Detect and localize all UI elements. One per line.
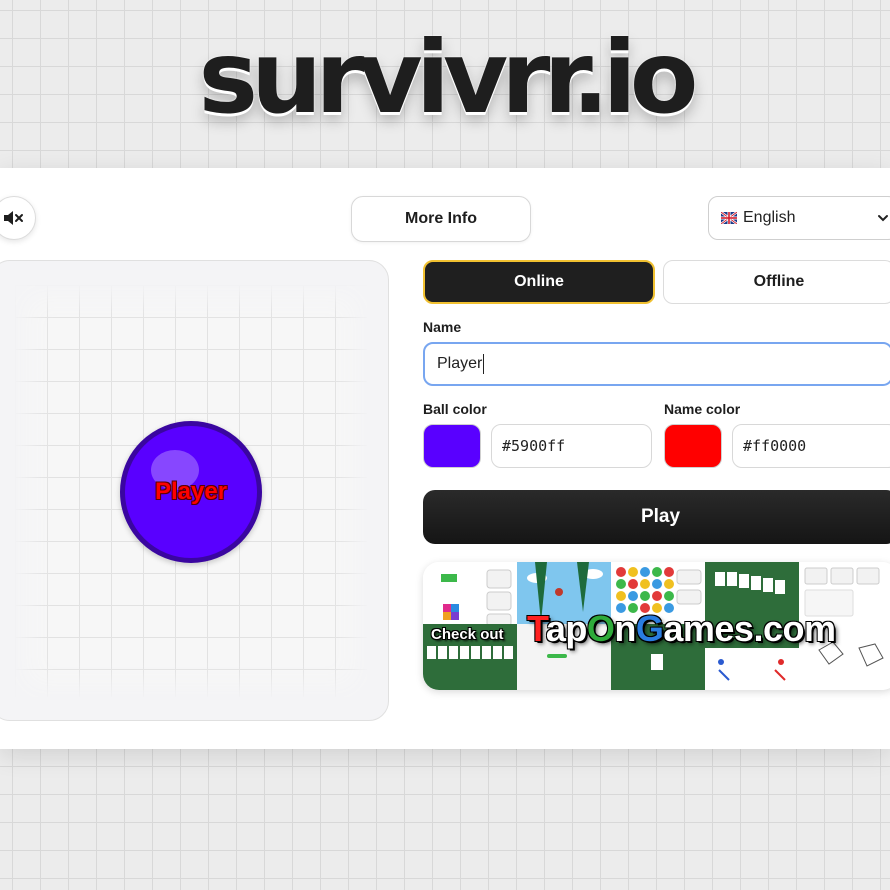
name-color-label: Name color [664, 401, 741, 417]
name-label: Name [423, 319, 462, 335]
promo-site-part: ames.com [663, 608, 836, 649]
name-input-value: Player [437, 355, 483, 372]
promo-text: Check out TapOnGames.com [423, 608, 890, 654]
promo-prefix: Check out [431, 626, 504, 643]
promo-site-part: T [527, 608, 546, 649]
name-color-swatch[interactable] [664, 424, 722, 468]
language-select[interactable]: English [708, 196, 890, 240]
promo-site-part: ap [545, 608, 588, 649]
more-info-button[interactable]: More Info [351, 196, 531, 242]
uk-flag-icon [721, 212, 737, 224]
promo-site-part: O [586, 608, 615, 649]
play-button[interactable]: Play [423, 490, 890, 544]
language-selected-label: English [743, 209, 796, 226]
promo-site-name: TapOnGames.com [527, 608, 836, 650]
main-panel: More Info English Player Online Offline … [0, 168, 890, 749]
mute-button[interactable] [0, 196, 36, 240]
name-color-field[interactable]: #ff0000 [732, 424, 890, 468]
tab-offline[interactable]: Offline [663, 260, 890, 304]
player-ball-name: Player [154, 478, 228, 505]
site-logo: survivrr.io [198, 19, 698, 136]
text-caret [483, 354, 485, 374]
ball-color-label: Ball color [423, 401, 487, 417]
tapongames-promo-banner[interactable]: Check out TapOnGames.com [423, 562, 890, 690]
name-input[interactable]: Player [423, 342, 890, 386]
player-ball: Player [120, 421, 262, 563]
promo-site-part: G [635, 608, 664, 649]
ball-color-field[interactable]: #5900ff [491, 424, 652, 468]
promo-site-part: n [614, 608, 636, 649]
player-preview: Player [0, 260, 389, 721]
tab-online[interactable]: Online [423, 260, 655, 304]
chevron-down-icon [878, 215, 888, 222]
speaker-muted-icon [4, 211, 23, 225]
ball-color-swatch[interactable] [423, 424, 481, 468]
